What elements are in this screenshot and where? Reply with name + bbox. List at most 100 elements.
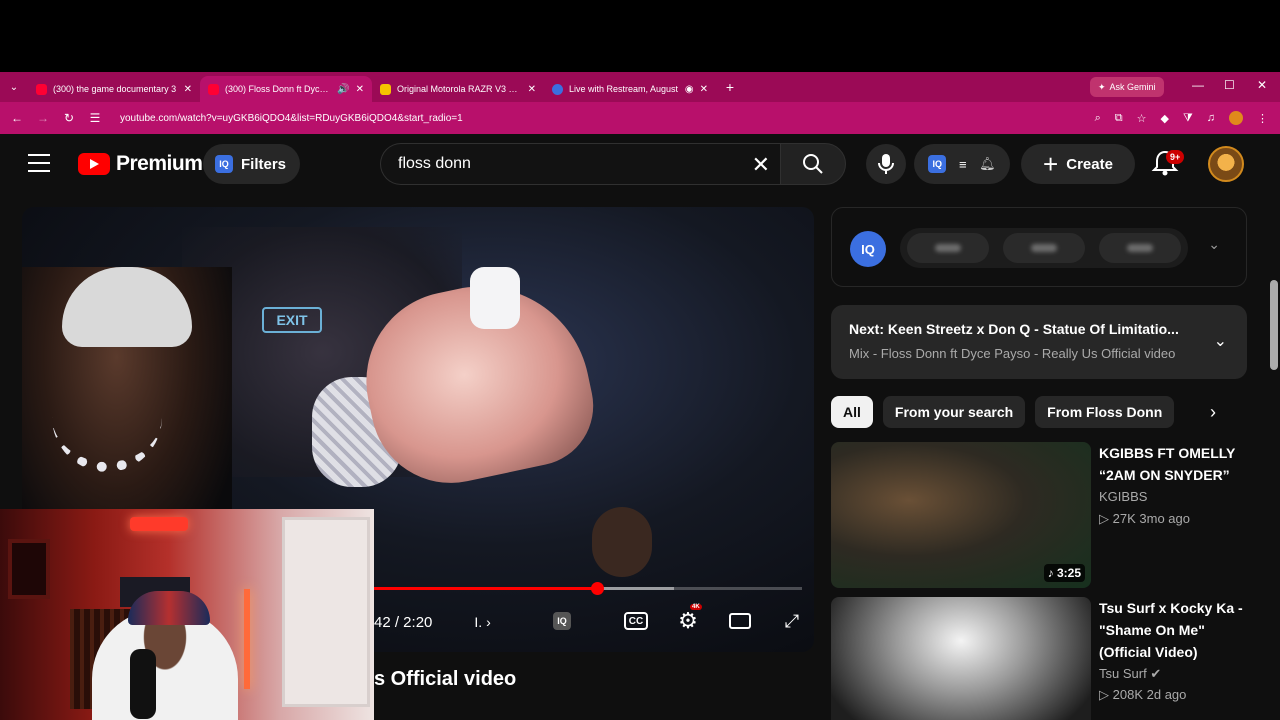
webcam-window xyxy=(8,539,50,599)
close-tab-icon[interactable]: ✕ xyxy=(528,84,536,95)
close-window-icon[interactable]: ✕ xyxy=(1257,78,1267,92)
chip-all[interactable]: All xyxy=(831,396,873,428)
browser-tab-3[interactable]: Live with Restream, August ◉ ✕ xyxy=(544,76,716,102)
bookmark-star-icon[interactable]: ☆ xyxy=(1137,112,1147,125)
address-bar-icons: ⌕ ⧉ ☆ ◆ ⧩ ♫ ⋮ xyxy=(1095,102,1268,134)
voice-search-button[interactable] xyxy=(866,144,906,184)
clear-search-icon[interactable]: ✕ xyxy=(752,152,770,178)
video-meta: ▷ 27K 3mo ago xyxy=(1099,511,1190,527)
iq-chip[interactable] xyxy=(1099,233,1181,263)
iq-chip[interactable] xyxy=(907,233,989,263)
iq-extension-panel: IQ ⌄ xyxy=(831,207,1247,287)
iq-logo-icon: IQ xyxy=(850,231,886,267)
tab-search-chevron-icon[interactable]: ⌄ xyxy=(0,82,28,93)
extensions-puzzle-icon[interactable]: ⧩ xyxy=(1183,112,1193,125)
play-count-icon: ▷ xyxy=(1099,687,1109,702)
expand-chevron-icon[interactable]: ⌄ xyxy=(1214,331,1227,351)
page-scrollbar[interactable] xyxy=(1270,280,1278,370)
media-control-icon[interactable]: ♫ xyxy=(1207,112,1215,124)
guide-menu-icon[interactable] xyxy=(28,154,50,172)
upload-age: 2d ago xyxy=(1146,687,1187,702)
channel-name-text: Tsu Surf xyxy=(1099,666,1147,681)
minimize-icon[interactable]: — xyxy=(1192,78,1204,92)
browser-menu-icon[interactable]: ⋮ xyxy=(1257,112,1268,125)
chip-from-your-search[interactable]: From your search xyxy=(882,396,1026,428)
microphone-icon xyxy=(878,154,894,174)
list-menu-icon[interactable]: ≡ xyxy=(959,157,967,172)
zoom-icon[interactable]: ⌕ xyxy=(1095,112,1101,125)
next-label: Next: xyxy=(849,321,885,337)
channel-name[interactable]: Tsu Surf ✔ xyxy=(1099,666,1161,682)
account-avatar[interactable] xyxy=(1208,146,1244,182)
fullscreen-button[interactable]: ⤢ xyxy=(778,607,806,635)
webcam-lamp xyxy=(244,589,250,689)
iq-chip[interactable] xyxy=(1003,233,1085,263)
close-tab-icon[interactable]: ✕ xyxy=(184,84,192,95)
verified-check-icon: ✔ xyxy=(1150,666,1162,681)
extension-toolbar: IQ ≡ 🔔︎ xyxy=(914,144,1010,184)
gemini-sparkle-icon: ✦ xyxy=(1098,81,1106,92)
channel-name[interactable]: KGIBBS xyxy=(1099,489,1147,504)
next-video-title: Keen Streetz x Don Q - Statue Of Limitat… xyxy=(887,321,1179,337)
tab-bar: ⌄ (300) the game documentary 3 ✕ (300) F… xyxy=(0,72,1280,102)
video-thumbnail[interactable] xyxy=(831,597,1091,720)
settings-button[interactable]: ⚙ 4K xyxy=(674,604,702,635)
recommendation-card[interactable]: ♪ 3:25 KGIBBS FT OMELLY “2AM ON SNYDER” … xyxy=(831,442,1251,588)
youtube-play-logo-icon xyxy=(78,153,110,175)
chapter-label[interactable]: I. › xyxy=(474,614,490,630)
masthead: Premium IQ Filters ✕ IQ ≡ 🔔︎ + Create 9+ xyxy=(0,134,1280,196)
search-button[interactable] xyxy=(780,143,846,185)
browser-tab-1[interactable]: (300) Floss Donn ft Dyce Pa 🔊 ✕ xyxy=(200,76,372,102)
scrubber-knob[interactable] xyxy=(590,582,604,595)
recommendation-card[interactable]: Tsu Surf x Kocky Ka - "Shame On Me" (Off… xyxy=(831,597,1251,720)
chip-from-floss-donn[interactable]: From Floss Donn xyxy=(1035,396,1175,428)
video-thumbnail[interactable]: ♪ 3:25 xyxy=(831,442,1091,588)
ask-gemini-button[interactable]: ✦ Ask Gemini xyxy=(1090,77,1164,97)
recommendation-title[interactable]: KGIBBS FT OMELLY “2AM ON SNYDER” xyxy=(1099,442,1249,486)
notification-count-badge: 9+ xyxy=(1166,150,1185,164)
reload-icon[interactable]: ↻ xyxy=(56,111,82,125)
video-frame-thumb xyxy=(592,507,652,577)
play-count-icon: ▷ xyxy=(1099,511,1109,526)
browser-tab-2[interactable]: Original Motorola RAZR V3 Flip ✕ xyxy=(372,76,544,102)
forward-icon[interactable]: → xyxy=(30,111,56,125)
video-title: s Official video xyxy=(374,668,517,690)
up-next-panel[interactable]: Next: Keen Streetz x Don Q - Statue Of L… xyxy=(831,305,1247,379)
view-count: 27K xyxy=(1112,511,1136,526)
chevron-right-icon[interactable]: › xyxy=(1210,402,1216,423)
profile-icon[interactable] xyxy=(1229,111,1243,125)
back-icon[interactable]: ← xyxy=(4,111,30,125)
search-input[interactable] xyxy=(398,155,728,173)
cast-icon[interactable]: ⧉ xyxy=(1115,112,1123,125)
create-label: Create xyxy=(1066,155,1113,173)
site-info-icon[interactable]: ☰ xyxy=(82,111,108,125)
iq-extension-icon: IQ xyxy=(215,155,233,173)
new-tab-button[interactable]: + xyxy=(716,79,744,95)
iq-player-button[interactable]: IQ xyxy=(548,607,576,635)
maximize-icon[interactable]: ☐ xyxy=(1224,78,1235,92)
browser-tab-0[interactable]: (300) the game documentary 3 ✕ xyxy=(28,76,200,102)
create-button[interactable]: + Create xyxy=(1021,144,1135,184)
recommendation-title[interactable]: Tsu Surf x Kocky Ka - "Shame On Me" (Off… xyxy=(1099,597,1249,663)
captions-button[interactable]: CC xyxy=(622,607,650,635)
audio-playing-icon[interactable]: 🔊 xyxy=(337,84,349,95)
video-frame-ring xyxy=(470,267,520,329)
iq-extension-icon[interactable]: IQ xyxy=(928,155,947,173)
iq-extension-icon: IQ xyxy=(553,612,571,630)
url-field[interactable]: youtube.com/watch?v=uyGKB6iQDO4&list=RDu… xyxy=(120,113,463,124)
progress-played xyxy=(374,587,597,590)
close-tab-icon[interactable]: ✕ xyxy=(356,84,364,95)
filters-button[interactable]: IQ Filters xyxy=(203,144,301,184)
close-tab-icon[interactable]: ✕ xyxy=(700,84,708,95)
youtube-premium-logo[interactable]: Premium xyxy=(78,152,203,176)
gear-icon: ⚙ xyxy=(678,608,698,633)
extension-icon[interactable]: ◆ xyxy=(1160,112,1168,125)
progress-bar[interactable] xyxy=(374,582,802,595)
duration-badge: ♪ 3:25 xyxy=(1043,564,1085,582)
theater-mode-button[interactable] xyxy=(726,607,754,635)
fullscreen-icon: ⤢ xyxy=(784,610,800,631)
search-icon xyxy=(803,154,823,174)
notification-bell-small-icon[interactable]: 🔔︎ xyxy=(979,156,996,172)
chevron-down-icon[interactable]: ⌄ xyxy=(1208,236,1220,253)
up-next-title: Next: Keen Streetz x Don Q - Statue Of L… xyxy=(849,321,1189,337)
